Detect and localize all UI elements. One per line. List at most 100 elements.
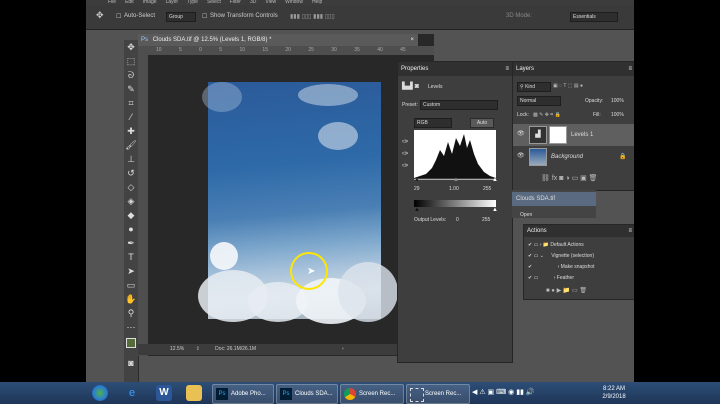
align-icons[interactable]: ▮▮▮ ▯▯▯ ▮▮▮ ▯▯▯ <box>290 13 335 20</box>
layer-row-levels[interactable]: 👁 ▟ Levels 1 <box>513 124 634 146</box>
output-high-value[interactable]: 255 <box>482 217 490 223</box>
blur-icon[interactable]: ◆ <box>124 208 138 222</box>
taskbar-label: Adobe Pho... <box>231 391 266 397</box>
more-tools-icon[interactable]: ⋯ <box>124 320 138 334</box>
visibility-eye-icon[interactable]: 👁 <box>517 152 525 159</box>
history-snapshot[interactable]: Clouds SDA.tif <box>512 192 596 206</box>
action-row[interactable]: ✔ ▭ ⌄ Vignette (selection) <box>528 253 594 259</box>
share-icon[interactable]: ⇪ <box>196 346 200 352</box>
auto-button[interactable]: Auto <box>470 118 494 128</box>
show-transform-label: Show Transform Controls <box>210 13 278 19</box>
shape-icon[interactable]: ▭ <box>124 278 138 292</box>
taskbar-label: Screen Rec... <box>425 391 462 397</box>
action-row[interactable]: ✔ ▭ › Feather <box>528 275 574 281</box>
action-label: Default Actions <box>550 242 584 248</box>
layer-mask-thumbnail[interactable] <box>549 126 567 144</box>
opacity-value[interactable]: 100% <box>611 98 624 104</box>
input-white-slider[interactable]: ▲ <box>492 177 498 183</box>
white-eyedropper-icon[interactable]: ✑ <box>402 160 409 172</box>
expand-icon[interactable]: › <box>558 264 560 270</box>
crop-icon[interactable]: ⌗ <box>124 96 138 110</box>
marquee-icon[interactable]: ⬚ <box>124 54 138 68</box>
clock-time: 8:22 AM <box>602 386 625 392</box>
input-black-slider[interactable]: ▲ <box>414 177 420 183</box>
taskbar-item-screen-recorder-chrome[interactable]: Screen Rec... <box>340 384 404 404</box>
action-row[interactable]: ✔ ▭ › 📁 Default Actions <box>528 242 584 248</box>
layer-row-background[interactable]: 👁 Background 🔒 <box>513 146 634 168</box>
properties-tab[interactable]: Properties ≡ <box>398 62 512 76</box>
fill-label: Fill: <box>593 112 601 118</box>
input-black-value[interactable]: 29 <box>414 186 420 192</box>
pen-icon[interactable]: ✒ <box>124 236 138 250</box>
bucket-icon[interactable]: ◈ <box>124 194 138 208</box>
show-transform-checkbox[interactable]: ☐ <box>202 13 207 20</box>
file-explorer-icon[interactable] <box>186 385 202 401</box>
output-white-slider[interactable]: ▲ <box>492 207 498 213</box>
vertical-ruler <box>138 46 148 356</box>
eyedropper-icon[interactable]: ⁄ <box>124 110 138 124</box>
ie-browser-icon[interactable]: e <box>124 385 140 401</box>
input-gray-value[interactable]: 1.00 <box>449 186 459 192</box>
dodge-icon[interactable]: ● <box>124 222 138 236</box>
actions-tab[interactable]: Actions ≡ <box>524 225 634 237</box>
workspace-dropdown[interactable]: Essentials <box>570 12 618 22</box>
word-icon[interactable]: W <box>156 385 172 401</box>
move-tool-icon[interactable]: ✥ <box>96 10 104 21</box>
status-bar: 12.5% ⇪ Doc: 26.1M/26.1M › <box>138 344 434 355</box>
move-icon[interactable]: ✥ <box>124 40 138 54</box>
taskbar-item-photoshop[interactable]: Ps Adobe Pho... <box>212 384 274 404</box>
document-canvas[interactable]: ➤ <box>198 82 398 324</box>
system-tray-icons[interactable]: ◀ ⚠ ▣ ⌨ ◉ ▮▮ 🔊 <box>472 388 535 396</box>
zoom-level[interactable]: 12.5% <box>170 346 184 352</box>
type-icon[interactable]: T <box>124 250 138 264</box>
black-eyedropper-icon[interactable]: ✑ <box>402 136 409 148</box>
kind-filter-dropdown[interactable]: ⚲ Kind <box>517 82 551 92</box>
path-select-icon[interactable]: ➤ <box>124 264 138 278</box>
eraser-icon[interactable]: ◇ <box>124 180 138 194</box>
hand-icon[interactable]: ✋ <box>124 292 138 306</box>
taskbar-item-screen-recorder[interactable]: Screen Rec... <box>406 384 470 404</box>
color-swatches[interactable] <box>124 334 140 356</box>
input-gray-slider[interactable]: ▲ <box>453 177 459 183</box>
lock-icons[interactable]: ▩ ✎ ✥ ⌗ 🔒 <box>533 112 561 118</box>
levels-label: Levels <box>428 84 443 90</box>
kind-label: Kind <box>525 84 536 90</box>
doc-info: Doc: 26.1M/26.1M <box>215 346 257 352</box>
start-button-icon[interactable] <box>92 385 108 401</box>
filter-icons[interactable]: ▣ ◌ T ⬚ ▤ ● <box>553 83 583 89</box>
taskbar-item-clouds[interactable]: Ps Clouds SDA... <box>276 384 338 404</box>
actions-menu-icon[interactable]: ≡ <box>628 225 632 237</box>
brush-icon[interactable]: 🖌 <box>124 138 138 152</box>
gray-eyedropper-icon[interactable]: ✑ <box>402 148 409 160</box>
close-tab-icon[interactable]: × <box>410 34 414 46</box>
lasso-icon[interactable]: ᘐ <box>124 68 138 82</box>
group-dropdown[interactable]: Group <box>166 12 196 22</box>
healing-icon[interactable]: ✚ <box>124 124 138 138</box>
clock[interactable]: 8:22 AM 2/9/2018 <box>594 385 634 401</box>
output-low-value[interactable]: 0 <box>456 217 459 223</box>
output-black-slider[interactable]: ▲ <box>414 207 420 213</box>
layer-actions-bar[interactable]: ⛓ fx ◙ ◑ ▭ ▣ 🗑 <box>541 174 598 182</box>
fill-value[interactable]: 100% <box>611 112 624 118</box>
layers-menu-icon[interactable]: ≡ <box>628 62 632 76</box>
foreground-swatch[interactable] <box>126 338 136 348</box>
history-state-open[interactable]: Open <box>520 212 532 218</box>
stamp-icon[interactable]: ⊥ <box>124 152 138 166</box>
layers-tab[interactable]: Layers ≡ <box>513 62 634 76</box>
actions-toolbar[interactable]: ■ ● ▶ 📁 ▭ 🗑 <box>546 287 587 294</box>
preset-dropdown[interactable]: Custom <box>420 100 498 110</box>
ruler-label: 10 <box>239 47 246 53</box>
levels-adjustment-icon: ▙▟ ◙ <box>402 83 419 90</box>
quick-select-icon[interactable]: ✎ <box>124 82 138 96</box>
history-brush-icon[interactable]: ↺ <box>124 166 138 180</box>
action-row[interactable]: ✔ › Make snapshot <box>528 264 595 270</box>
quick-mask-icon[interactable]: ◙ <box>124 356 138 370</box>
blend-mode-dropdown[interactable]: Normal <box>517 96 561 106</box>
zoom-icon[interactable]: ⚲ <box>124 306 138 320</box>
visibility-eye-icon[interactable]: 👁 <box>517 130 525 137</box>
panel-menu-icon[interactable]: ≡ <box>505 62 509 76</box>
input-white-value[interactable]: 255 <box>483 186 491 192</box>
channel-dropdown[interactable]: RGB <box>414 118 452 128</box>
auto-select-checkbox[interactable]: ☐ <box>116 13 121 20</box>
status-menu-icon[interactable]: › <box>342 344 344 355</box>
